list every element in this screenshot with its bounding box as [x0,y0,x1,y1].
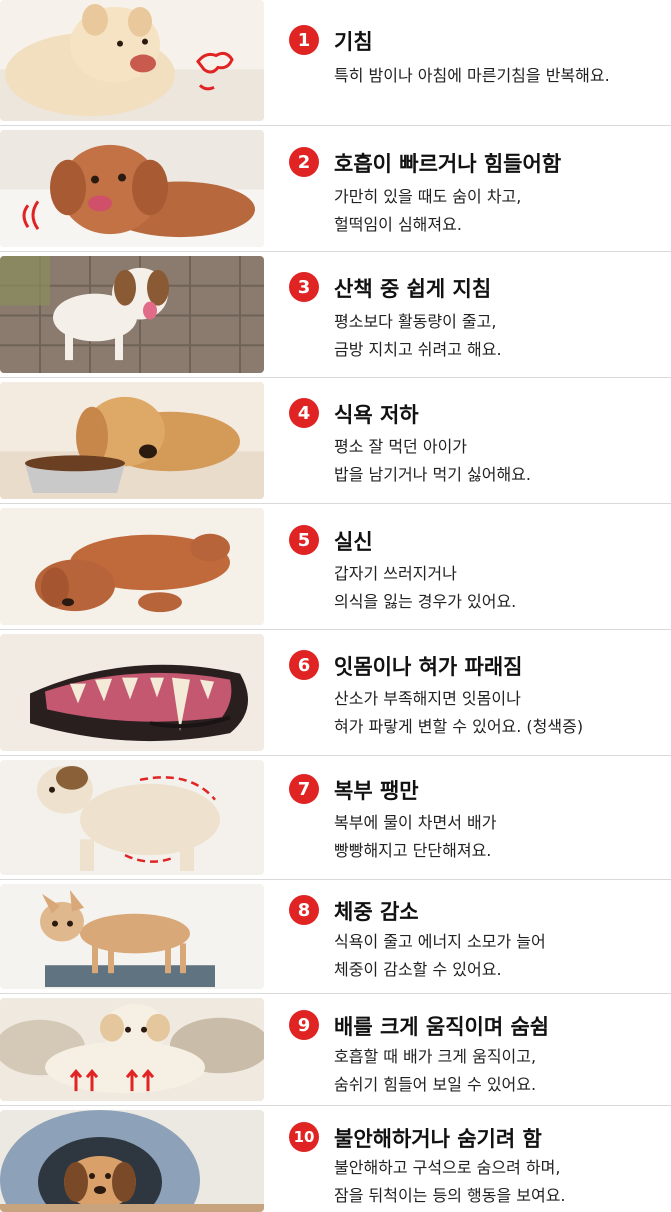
symptom-description: 특히 밤이나 아침에 마른기침을 반복해요. [334,62,610,90]
description-line: 체중이 감소할 수 있어요. [334,960,502,979]
panting-dog-image [0,130,264,247]
symptom-description: 복부에 물이 차면서 배가 빵빵해지고 단단해져요. [334,809,496,865]
description-line: 혀가 파랗게 변할 수 있어요. (청색증) [334,717,584,736]
walking-dog-image [0,256,264,373]
symptom-description: 평소 잘 먹던 아이가 밥을 남기거나 먹기 싫어해요. [334,433,531,489]
fainted-dog-image [0,508,264,625]
symptom-item: 1 기침 특히 밤이나 아침에 마른기침을 반복해요. [0,0,671,126]
number-badge: 2 [289,147,319,177]
dog-gums-image [0,634,264,751]
symptom-title: 기침 [334,30,373,54]
description-line: 밥을 남기거나 먹기 싫어해요. [334,465,531,484]
number-badge: 8 [289,895,319,925]
symptom-description: 불안해하고 구석으로 숨으려 하며, 잠을 뒤척이는 등의 행동을 보여요. [334,1154,566,1210]
number-badge: 1 [289,25,319,55]
symptom-title: 불안해하거나 숨기려 함 [334,1127,542,1151]
description-line: 금방 지치고 쉬려고 해요. [334,340,502,359]
number-badge: 6 [289,650,319,680]
symptom-title: 복부 팽만 [334,779,419,803]
description-line: 복부에 물이 차면서 배가 [334,813,497,832]
symptom-title: 호흡이 빠르거나 힘들어함 [334,152,562,176]
symptom-item: 7 복부 팽만 복부에 물이 차면서 배가 빵빵해지고 단단해져요. [0,756,671,880]
symptom-title: 산책 중 쉽게 지침 [334,277,492,301]
description-line: 식욕이 줄고 에너지 소모가 늘어 [334,932,546,951]
description-line: 가만히 있을 때도 숨이 차고, [334,187,522,206]
number-badge: 4 [289,398,319,428]
number-badge: 10 [289,1122,319,1152]
symptom-item: 4 식욕 저하 평소 잘 먹던 아이가 밥을 남기거나 먹기 싫어해요. [0,378,671,504]
coughing-dog-image [0,0,264,121]
symptom-title: 배를 크게 움직이며 숨쉼 [334,1015,550,1039]
description-line: 헐떡임이 심해져요. [334,215,462,234]
symptom-description: 산소가 부족해지면 잇몸이나 혀가 파랗게 변할 수 있어요. (청색증) [334,685,583,741]
description-line: 평소 잘 먹던 아이가 [334,437,468,456]
description-line: 잠을 뒤척이는 등의 행동을 보여요. [334,1186,566,1205]
symptom-item: 9 배를 크게 움직이며 숨쉼 호흡할 때 배가 크게 움직이고, 숨쉬기 힘들… [0,994,671,1106]
symptom-item: 5 실신 갑자기 쓰러지거나 의식을 잃는 경우가 있어요. [0,504,671,630]
description-line: 호흡할 때 배가 크게 움직이고, [334,1047,537,1066]
description-line: 산소가 부족해지면 잇몸이나 [334,689,521,708]
symptom-item: 10 불안해하거나 숨기려 함 불안해하고 구석으로 숨으려 하며, 잠을 뒤척… [0,1106,671,1212]
number-badge: 7 [289,774,319,804]
symptom-item: 6 잇몸이나 혀가 파래짐 산소가 부족해지면 잇몸이나 혀가 파랗게 변할 수… [0,630,671,756]
breathing-dog-image [0,998,264,1101]
symptom-description: 갑자기 쓰러지거나 의식을 잃는 경우가 있어요. [334,560,516,616]
description-line: 불안해하고 구석으로 숨으려 하며, [334,1158,561,1177]
symptom-description: 식욕이 줄고 에너지 소모가 늘어 체중이 감소할 수 있어요. [334,928,546,984]
dog-food-bowl-image [0,382,264,499]
symptom-list: 1 기침 특히 밤이나 아침에 마른기침을 반복해요. 2 호흡이 빠르거나 힘… [0,0,671,1212]
hiding-dog-image [0,1110,264,1212]
symptom-description: 호흡할 때 배가 크게 움직이고, 숨쉬기 힘들어 보일 수 있어요. [334,1043,536,1099]
description-line: 특히 밤이나 아침에 마른기침을 반복해요. [334,66,610,85]
number-badge: 3 [289,272,319,302]
description-line: 평소보다 활동량이 줄고, [334,312,497,331]
description-line: 의식을 잃는 경우가 있어요. [334,592,517,611]
number-badge: 9 [289,1010,319,1040]
description-line: 빵빵해지고 단단해져요. [334,841,492,860]
bloated-dog-image [0,760,264,875]
description-line: 숨쉬기 힘들어 보일 수 있어요. [334,1075,537,1094]
symptom-item: 3 산책 중 쉽게 지침 평소보다 활동량이 줄고, 금방 지치고 쉬려고 해요… [0,252,671,378]
symptom-title: 체중 감소 [334,900,419,924]
symptom-item: 2 호흡이 빠르거나 힘들어함 가만히 있을 때도 숨이 차고, 헐떡임이 심해… [0,126,671,252]
symptom-title: 실신 [334,530,373,554]
description-line: 갑자기 쓰러지거나 [334,564,457,583]
thin-dog-image [0,884,264,989]
symptom-item: 8 체중 감소 식욕이 줄고 에너지 소모가 늘어 체중이 감소할 수 있어요. [0,880,671,994]
symptom-description: 가만히 있을 때도 숨이 차고, 헐떡임이 심해져요. [334,183,521,239]
symptom-title: 식욕 저하 [334,403,419,427]
symptom-description: 평소보다 활동량이 줄고, 금방 지치고 쉬려고 해요. [334,308,502,364]
symptom-title: 잇몸이나 혀가 파래짐 [334,655,523,679]
number-badge: 5 [289,525,319,555]
